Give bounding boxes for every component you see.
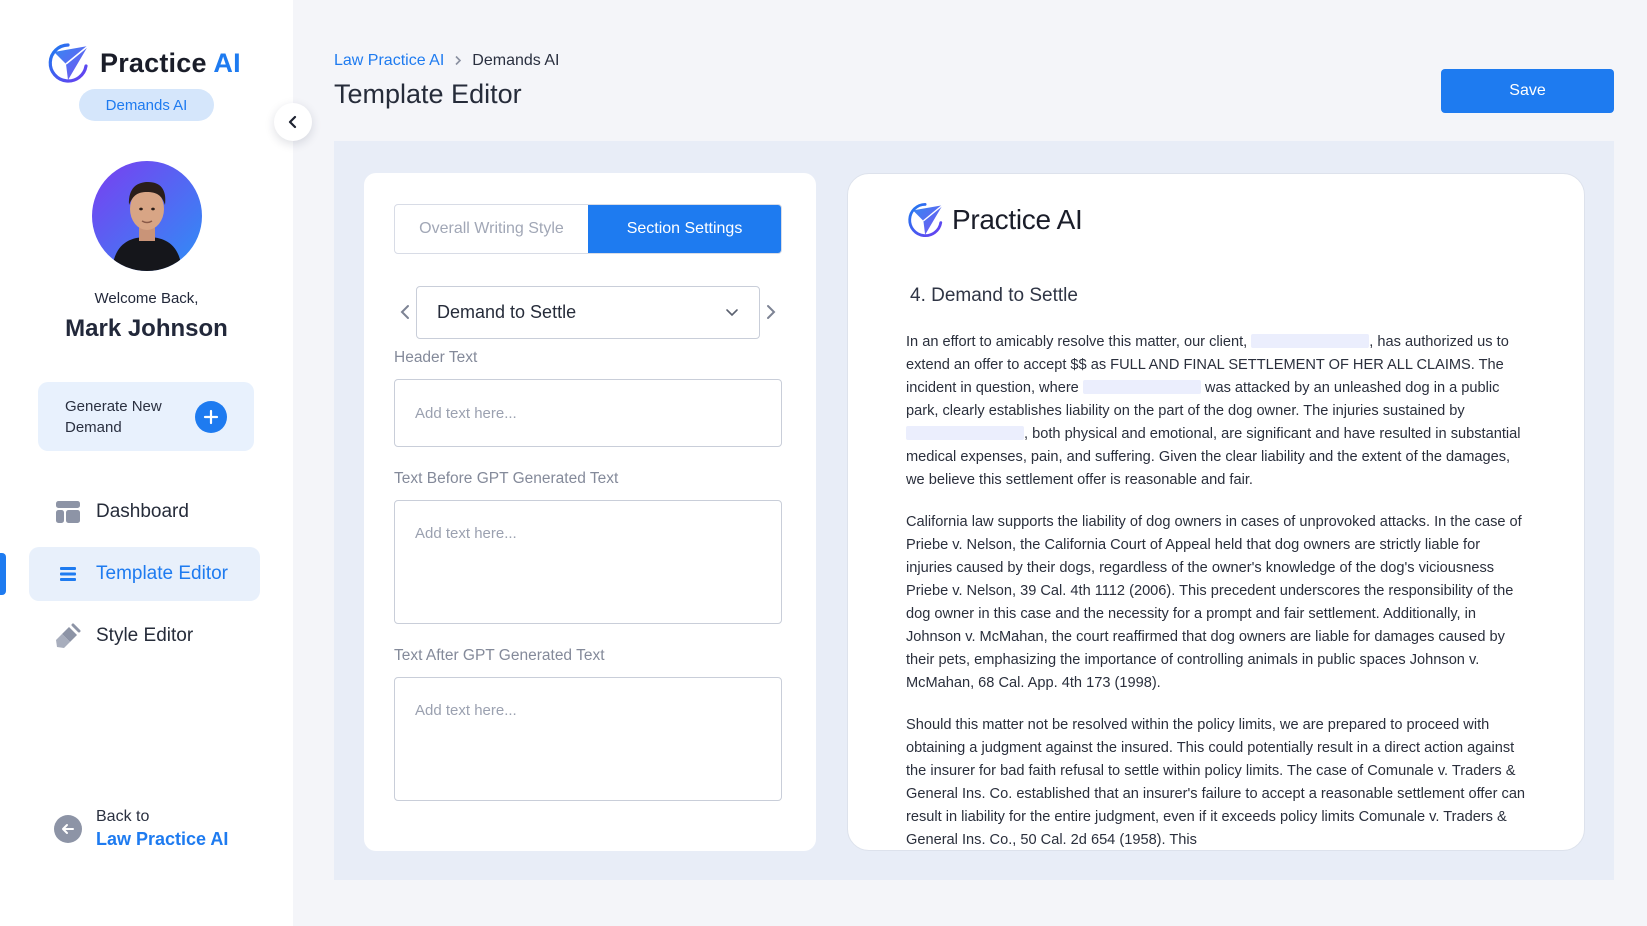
practice-ai-logo-icon xyxy=(908,202,943,238)
app-badge: Demands AI xyxy=(79,89,214,121)
brand-name: Practice AI xyxy=(100,47,241,78)
chevron-right-icon xyxy=(454,53,462,69)
sidebar-item-label: Style Editor xyxy=(96,625,194,646)
list-icon xyxy=(54,560,82,588)
brand-logo[interactable]: Practice AI xyxy=(46,42,241,84)
sidebar-item-style-editor[interactable]: Style Editor xyxy=(29,609,260,663)
editor-tabs: Overall Writing Style Section Settings xyxy=(394,204,782,254)
active-indicator xyxy=(0,553,6,595)
breadcrumb-link-law-practice[interactable]: Law Practice AI xyxy=(334,52,444,70)
next-section-button[interactable] xyxy=(760,301,782,323)
back-main-label: Law Practice AI xyxy=(96,829,229,849)
preview-section-heading: 4. Demand to Settle xyxy=(910,285,1078,306)
previous-section-button[interactable] xyxy=(394,301,416,323)
breadcrumb-current: Demands AI xyxy=(472,52,560,69)
plus-icon xyxy=(195,401,227,433)
redacted-client-name xyxy=(1082,380,1201,394)
tab-overall-writing-style[interactable]: Overall Writing Style xyxy=(395,205,588,253)
back-to-law-practice-link[interactable]: Back to Law Practice AI xyxy=(54,808,228,850)
preview-paragraph: California law supports the liability of… xyxy=(906,514,1522,691)
page-title: Template Editor xyxy=(334,79,522,109)
document-preview: Practice AI 4. Demand to Settle In an ef… xyxy=(847,173,1585,851)
text-after-textarea[interactable] xyxy=(394,677,782,801)
header-text-label: Header Text xyxy=(394,349,478,366)
user-avatar-image xyxy=(112,182,182,271)
dashboard-icon xyxy=(54,498,82,526)
text-before-textarea[interactable] xyxy=(394,500,782,624)
welcome-text: Welcome Back, xyxy=(94,290,199,307)
generate-button-label: Generate New Demand xyxy=(65,398,162,436)
brush-icon xyxy=(54,622,82,650)
user-name: Mark Johnson xyxy=(65,315,228,342)
sidebar-item-label: Dashboard xyxy=(96,501,189,522)
sidebar-item-label: Template Editor xyxy=(96,563,229,584)
chevron-down-icon xyxy=(726,309,738,317)
chevron-right-icon xyxy=(767,305,776,319)
save-button[interactable]: Save xyxy=(1441,69,1614,113)
chevron-left-icon xyxy=(288,115,297,129)
preview-paragraph: In an effort to amicably resolve this ma… xyxy=(906,334,1521,488)
section-selector-row: Demand to Settle xyxy=(394,286,782,339)
section-select-value: Demand to Settle xyxy=(437,302,577,322)
preview-body: In an effort to amicably resolve this ma… xyxy=(906,331,1526,850)
header-text-input[interactable] xyxy=(394,379,782,447)
sidebar: Practice AI Demands AI Welcome Back, Mar… xyxy=(0,0,293,926)
avatar xyxy=(92,161,202,271)
preview-logo-text: Practice AI xyxy=(952,204,1083,235)
generate-new-demand-button[interactable]: Generate New Demand xyxy=(38,382,254,451)
collapse-sidebar-button[interactable] xyxy=(274,103,312,141)
sidebar-item-template-editor[interactable]: Template Editor xyxy=(29,547,260,601)
arrow-left-icon xyxy=(54,815,82,843)
chevron-left-icon xyxy=(400,305,409,319)
editor-workspace: Overall Writing Style Section Settings D… xyxy=(334,141,1614,880)
practice-ai-logo-icon xyxy=(48,43,89,83)
section-select[interactable]: Demand to Settle xyxy=(416,286,760,339)
text-after-label: Text After GPT Generated Text xyxy=(394,647,605,664)
text-before-label: Text Before GPT Generated Text xyxy=(394,470,619,487)
preview-logo: Practice AI xyxy=(906,201,1083,239)
preview-paragraph: Should this matter not be resolved withi… xyxy=(906,717,1526,848)
sidebar-item-dashboard[interactable]: Dashboard xyxy=(29,485,260,539)
back-sub-label: Back to xyxy=(96,808,150,825)
breadcrumb: Law Practice AI Demands AI xyxy=(334,52,559,70)
tab-section-settings[interactable]: Section Settings xyxy=(588,205,781,253)
redacted-client-name xyxy=(906,426,1024,440)
redacted-client-name xyxy=(1251,334,1370,348)
section-settings-panel: Overall Writing Style Section Settings D… xyxy=(364,173,816,851)
